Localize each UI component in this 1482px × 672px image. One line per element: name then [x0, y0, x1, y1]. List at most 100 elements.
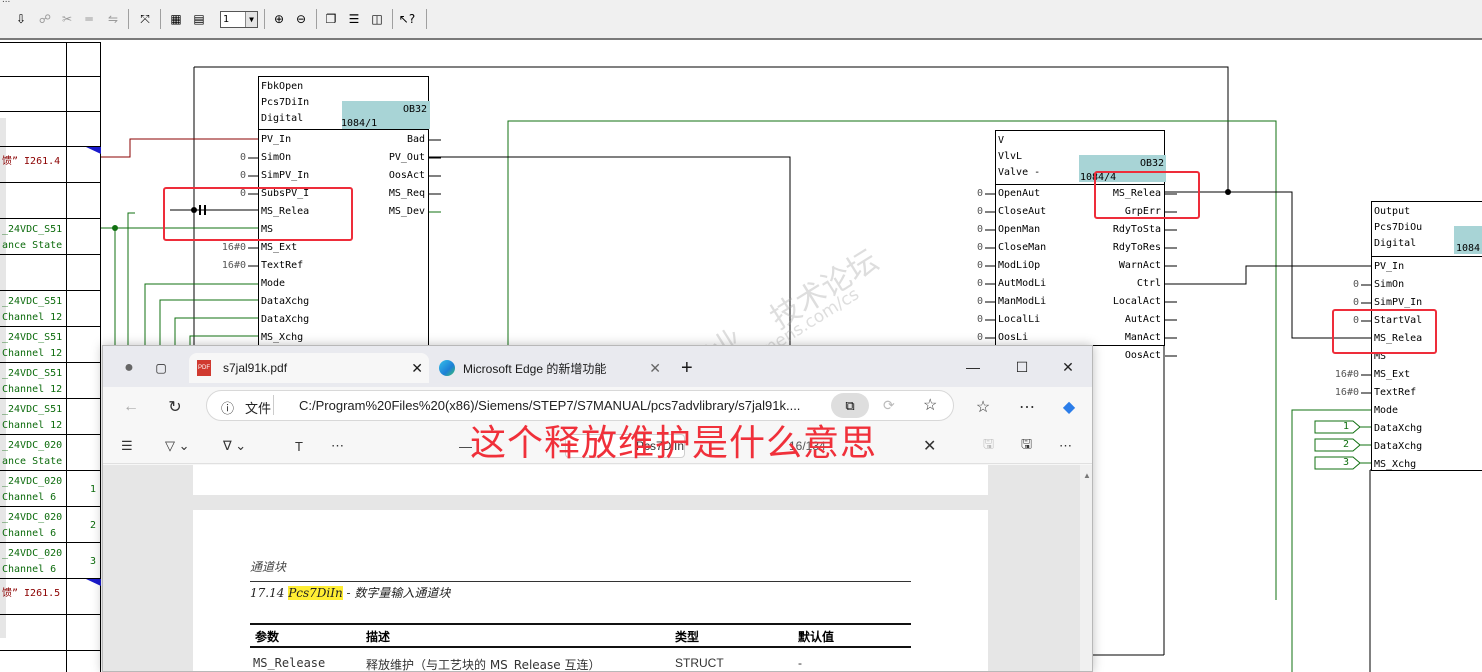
pin-value[interactable]: 0: [955, 242, 983, 253]
maximize-icon[interactable]: ☐: [1007, 356, 1037, 378]
block-type: VlvL: [998, 151, 1023, 162]
output-pin[interactable]: OosAct: [357, 170, 425, 181]
input-pin[interactable]: MS_Ext: [1374, 369, 1410, 380]
input-pin[interactable]: DataXchg: [261, 296, 309, 307]
input-pin[interactable]: TextRef: [1374, 387, 1416, 398]
connector-tag[interactable]: 1: [1343, 421, 1349, 432]
back-icon[interactable]: ←: [119, 395, 143, 419]
highlight-ms-relea-block2: [1094, 171, 1200, 219]
output-pin[interactable]: WarnAct: [1093, 260, 1161, 271]
output-pin[interactable]: PV_Out: [357, 152, 425, 163]
input-pin[interactable]: PV_In: [1374, 261, 1404, 272]
favorites-icon[interactable]: ☆: [971, 395, 995, 419]
output-pin[interactable]: Bad: [357, 134, 425, 145]
input-pin[interactable]: DataXchg: [1374, 441, 1422, 452]
pin-value[interactable]: 0: [955, 260, 983, 271]
input-pin[interactable]: OpenMan: [998, 224, 1040, 235]
tab-pdf[interactable]: PDF s7jal91k.pdf ✕: [189, 353, 429, 383]
url-text[interactable]: C:/Program%20Files%20(x86)/Siemens/STEP7…: [299, 398, 800, 413]
input-pin[interactable]: SimPV_In: [261, 170, 309, 181]
pdf-page: 通道块 17.14 Pcs7DiIn - 数字量输入通道块 参数 描述 类型 默…: [193, 510, 988, 671]
profile-icon[interactable]: ●: [115, 353, 143, 383]
info-icon[interactable]: ⓘ: [221, 398, 234, 417]
input-pin[interactable]: OpenAut: [998, 188, 1040, 199]
input-pin[interactable]: ManModLi: [998, 296, 1046, 307]
input-pin[interactable]: Mode: [261, 278, 285, 289]
highlight-icon[interactable]: ▽ ⌄: [165, 436, 190, 456]
input-pin[interactable]: ModLiOp: [998, 260, 1040, 271]
connector-tag[interactable]: 2: [1343, 439, 1349, 450]
text-icon[interactable]: T: [295, 436, 303, 456]
tab-actions-icon[interactable]: ▢: [147, 353, 175, 383]
input-pin[interactable]: SimPV_In: [1374, 297, 1422, 308]
close-search-icon[interactable]: ✕: [923, 436, 936, 456]
file-label: 文件: [245, 401, 272, 416]
pin-value[interactable]: 16#0: [218, 260, 246, 271]
edge-browser-window[interactable]: ● ▢ PDF s7jal91k.pdf ✕ Microsoft Edge 的新…: [102, 345, 1093, 672]
pin-value[interactable]: 0: [955, 332, 983, 343]
output-pin[interactable]: OosAct: [1093, 350, 1161, 361]
input-pin[interactable]: TextRef: [261, 260, 303, 271]
save-disabled-icon[interactable]: 🖫: [983, 436, 994, 456]
minimize-icon[interactable]: —: [958, 356, 988, 378]
pin-value[interactable]: 0: [218, 152, 246, 163]
pin-value[interactable]: 0: [955, 278, 983, 289]
connector-tag[interactable]: 3: [1343, 457, 1349, 468]
highlight-ms-relea-block1: [163, 187, 353, 241]
input-pin[interactable]: PV_In: [261, 134, 291, 145]
save-as-icon[interactable]: 🖫: [1021, 436, 1032, 456]
scroll-up-icon[interactable]: ▲: [1080, 471, 1092, 480]
tab-title: Microsoft Edge 的新增功能: [463, 361, 607, 376]
pin-value[interactable]: 0: [955, 296, 983, 307]
new-tab-icon[interactable]: +: [681, 353, 705, 383]
output-pin[interactable]: MS_Req: [357, 188, 425, 199]
pdf-scrollbar[interactable]: ▲: [1080, 465, 1092, 671]
input-pin[interactable]: AutModLi: [998, 278, 1046, 289]
input-pin[interactable]: MS_Xchg: [1374, 459, 1416, 470]
pin-value[interactable]: 0: [955, 314, 983, 325]
pin-value[interactable]: 16#0: [1331, 369, 1359, 380]
input-pin[interactable]: OosLi: [998, 332, 1028, 343]
pin-value[interactable]: 0: [955, 224, 983, 235]
output-pin[interactable]: RdyToSta: [1093, 224, 1161, 235]
input-pin[interactable]: DataXchg: [1374, 423, 1422, 434]
input-pin[interactable]: SimOn: [1374, 279, 1404, 290]
input-pin[interactable]: DataXchg: [261, 314, 309, 325]
close-window-icon[interactable]: ✕: [1053, 356, 1083, 378]
pdf-overflow-icon[interactable]: ⋯: [1059, 436, 1072, 456]
pdf-more-icon[interactable]: ⋯: [331, 436, 344, 456]
table-header: 类型: [675, 630, 700, 644]
refresh-icon[interactable]: ↻: [163, 395, 187, 419]
close-tab-icon[interactable]: ✕: [649, 360, 661, 377]
draw-icon[interactable]: ∇ ⌄: [223, 436, 246, 456]
input-pin[interactable]: Mode: [1374, 405, 1398, 416]
close-tab-icon[interactable]: ✕: [411, 360, 423, 377]
input-pin[interactable]: MS_Xchg: [261, 332, 303, 343]
favorite-star-icon[interactable]: ☆: [923, 395, 937, 415]
pin-value[interactable]: 0: [1331, 279, 1359, 290]
contents-icon[interactable]: ☰: [121, 436, 133, 456]
more-menu-icon[interactable]: ⋯: [1015, 395, 1039, 419]
input-pin[interactable]: SimOn: [261, 152, 291, 163]
pin-value[interactable]: 0: [955, 206, 983, 217]
tab-edge-whats-new[interactable]: Microsoft Edge 的新增功能 ✕: [437, 353, 667, 383]
pin-value[interactable]: 0: [955, 188, 983, 199]
doc-section: 通道块: [250, 560, 287, 574]
input-pin[interactable]: CloseMan: [998, 242, 1046, 253]
output-pin[interactable]: MS_Dev: [357, 206, 425, 217]
pin-value[interactable]: 0: [1331, 297, 1359, 308]
output-pin[interactable]: AutAct: [1093, 314, 1161, 325]
input-pin[interactable]: MS_Ext: [261, 242, 297, 253]
output-pin[interactable]: RdyToRes: [1093, 242, 1161, 253]
input-pin[interactable]: LocalLi: [998, 314, 1040, 325]
copilot-icon[interactable]: ◆: [1057, 395, 1081, 419]
pin-value[interactable]: 16#0: [218, 242, 246, 253]
output-pin[interactable]: ManAct: [1093, 332, 1161, 343]
pdf-viewer[interactable]: 通道块 17.14 Pcs7DiIn - 数字量输入通道块 参数 描述 类型 默…: [103, 465, 1092, 671]
output-pin[interactable]: Ctrl: [1093, 278, 1161, 289]
pin-value[interactable]: 16#0: [1331, 387, 1359, 398]
output-pin[interactable]: LocalAct: [1093, 296, 1161, 307]
input-pin[interactable]: CloseAut: [998, 206, 1046, 217]
translate-icon[interactable]: ⟳: [883, 397, 895, 414]
pin-value[interactable]: 0: [218, 170, 246, 181]
